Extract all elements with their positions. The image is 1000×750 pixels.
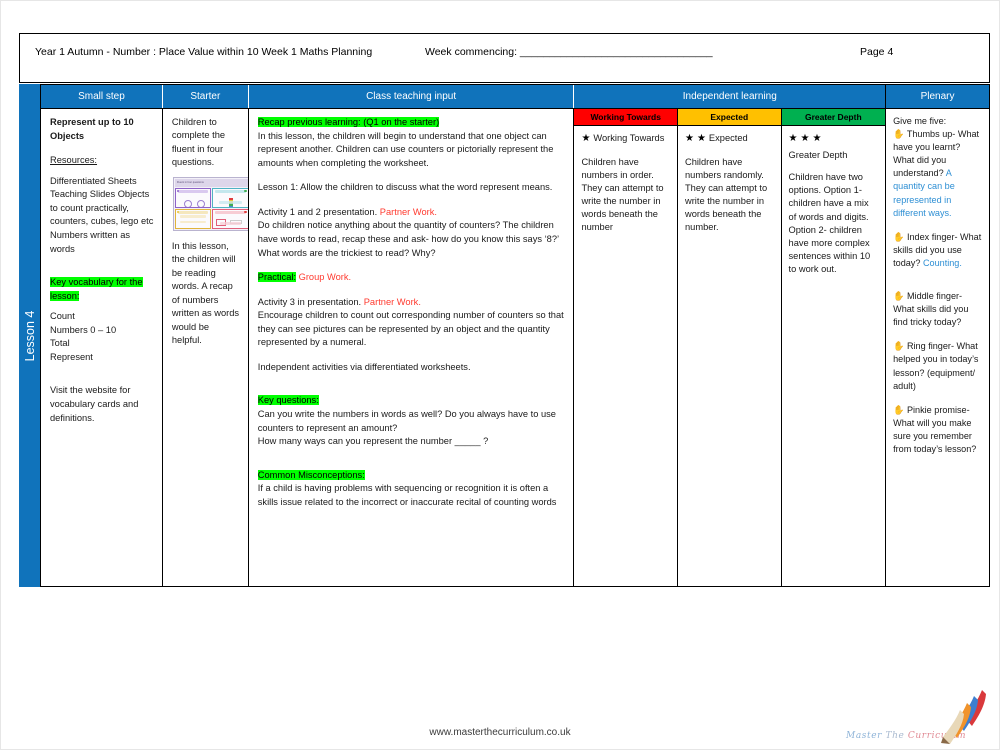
- plenary-item: ✋ Pinkie promise- What will you make sur…: [893, 404, 983, 456]
- hand-icon: ✋: [893, 404, 905, 415]
- independent-body-greater-depth: Children have two options. Option 1- chi…: [788, 172, 871, 275]
- cell-independent-learning: Working Towards ★ Working Towards Childr…: [574, 108, 887, 586]
- key-question: Can you write the numbers in words as we…: [257, 409, 556, 433]
- plenary-item: ✋ Thumbs up- What have you learnt? What …: [893, 128, 983, 220]
- activity-1-2-label: Activity 1 and 2 presentation.: [257, 206, 378, 217]
- vocab-item: Count: [50, 311, 75, 322]
- week-commencing-field: Week commencing: _______________________…: [425, 46, 713, 58]
- thumbnail-question-4: [212, 208, 248, 229]
- hand-icon: ✋: [893, 291, 905, 302]
- pencil-flame-icon: [941, 690, 986, 744]
- resources-list: Differentiated Sheets Teaching Slides Ob…: [50, 175, 154, 254]
- common-misconceptions-body: If a child is having problems with seque…: [257, 483, 557, 507]
- brand-logo: Master The Curriculum: [842, 684, 992, 746]
- hand-icon: ✋: [893, 129, 905, 140]
- small-step-heading: Represent up to 10 Objects: [50, 117, 134, 141]
- activity-3-label: Activity 3 in presentation.: [257, 296, 362, 307]
- plenary-answer: Counting.: [922, 257, 962, 268]
- resources-label: Resources:: [50, 155, 98, 166]
- star-label: Working Towards: [593, 133, 665, 143]
- planning-table: Small step Starter Class teaching input …: [41, 84, 990, 587]
- plenary-question: Thumbs up- What have you learnt? What di…: [893, 129, 980, 179]
- plenary-item: ✋ Ring finger- What helped you in today’…: [893, 340, 983, 392]
- independent-column-expected: Expected ★ ★ Expected Children have numb…: [677, 109, 782, 586]
- hand-icon: ✋: [893, 231, 905, 242]
- stars-greater-depth: ★ ★ ★ Greater Depth: [789, 132, 879, 161]
- brand-word-master: Master: [846, 731, 883, 741]
- starter-intro: Children to complete the fluent in four …: [171, 117, 226, 168]
- plenary-title: Give me five:: [893, 116, 947, 126]
- plenary-item: ✋ Index finger- What skills did you use …: [893, 231, 983, 270]
- vocab-item: Total: [50, 338, 70, 349]
- band-greater-depth: Greater Depth: [781, 109, 886, 126]
- activity-3-body: Encourage children to count out correspo…: [257, 310, 564, 348]
- column-header-plenary: Plenary: [886, 85, 989, 108]
- independent-activities-line: Independent activities via differentiate…: [257, 361, 471, 372]
- recap-label: Recap previous learning: (Q1 on the star…: [257, 117, 440, 127]
- star-label: Greater Depth: [788, 149, 848, 160]
- star-icon: ★: [684, 133, 694, 144]
- plenary-question: Ring finger- What helped you in today’s …: [893, 341, 979, 391]
- star-icon: ★: [800, 133, 810, 144]
- cell-starter: Children to complete the fluent in four …: [162, 108, 249, 586]
- recap-body: In this lesson, the children will begin …: [257, 130, 554, 168]
- activity-3-tag: Partner Work.: [363, 296, 421, 307]
- activity-1-2-tag: Partner Work.: [379, 206, 437, 217]
- column-header-small-step: Small step: [41, 85, 163, 108]
- page-number: Page 4: [860, 46, 894, 58]
- vocab-item: Represent: [50, 351, 93, 362]
- common-misconceptions-label: Common Misconceptions:: [257, 469, 365, 480]
- stars-expected: ★ ★ Expected: [685, 132, 774, 146]
- hand-icon: ✋: [893, 341, 905, 352]
- table-header-row: Small step Starter Class teaching input …: [41, 85, 989, 108]
- planning-sheet-page: Year 1 Autumn - Number : Place Value wit…: [0, 0, 1000, 750]
- band-working-towards: Working Towards: [574, 109, 677, 126]
- thumbnail-question-1: [174, 187, 212, 208]
- thumbnail-title: Fluent in four questions: [174, 178, 248, 187]
- star-icon: ★: [696, 133, 706, 144]
- cell-plenary: Give me five: ✋ Thumbs up- What have you…: [886, 108, 989, 586]
- lesson-1-line: Lesson 1: Allow the children to discuss …: [257, 182, 553, 193]
- vocab-item: Numbers 0 – 10: [50, 324, 117, 335]
- document-header: Year 1 Autumn - Number : Place Value wit…: [19, 33, 990, 83]
- plenary-question: Middle finger- What skills did you find …: [893, 291, 969, 328]
- key-vocabulary-label: Key vocabulary for the lesson:: [50, 277, 143, 301]
- independent-column-working-towards: Working Towards ★ Working Towards Childr…: [574, 109, 678, 586]
- practical-tag: Group Work.: [298, 272, 352, 283]
- star-icon: ★: [812, 133, 822, 144]
- brand-word-the: The: [885, 731, 905, 741]
- independent-column-greater-depth: Greater Depth ★ ★ ★ Greater Depth Childr…: [781, 109, 886, 586]
- star-label: Expected: [708, 133, 748, 143]
- thumbnail-question-3: [174, 208, 212, 229]
- star-icon: ★: [581, 133, 591, 144]
- stars-working-towards: ★ Working Towards: [581, 132, 670, 146]
- plenary-question: Pinkie promise- What will you make sure …: [893, 404, 977, 454]
- independent-body-expected: Children have numbers randomly. They can…: [684, 156, 768, 233]
- plenary-item: ✋ Middle finger- What skills did you fin…: [893, 290, 983, 329]
- lesson-spine-label: Lesson 4: [22, 310, 37, 361]
- key-questions-label: Key questions:: [257, 395, 319, 406]
- thumbnail-question-2: [212, 187, 248, 208]
- lesson-spine: Lesson 4: [19, 84, 41, 587]
- page-title: Year 1 Autumn - Number : Place Value wit…: [35, 46, 373, 58]
- cell-class-teaching-input: Recap previous learning: (Q1 on the star…: [248, 108, 575, 586]
- activity-1-2-body: Do children notice anything about the qu…: [257, 220, 559, 258]
- website-note: Visit the website for vocabulary cards a…: [50, 385, 139, 423]
- column-header-class-teaching-input: Class teaching input: [248, 85, 575, 108]
- starter-note: In this lesson, the children will be rea…: [171, 240, 240, 346]
- star-icon: ★: [788, 133, 798, 144]
- column-header-starter: Starter: [162, 85, 249, 108]
- key-question: How many ways can you represent the numb…: [257, 436, 489, 447]
- cell-small-step: Represent up to 10 Objects Resources: Di…: [41, 108, 163, 586]
- independent-body-working-towards: Children have numbers in order. They can…: [581, 156, 664, 233]
- table-body-row: Represent up to 10 Objects Resources: Di…: [41, 108, 989, 586]
- band-expected: Expected: [677, 109, 781, 126]
- column-header-independent-learning: Independent learning: [574, 85, 887, 108]
- fluent-in-four-thumbnail: Fluent in four questions: [172, 176, 248, 231]
- practical-label: Practical:: [257, 272, 297, 283]
